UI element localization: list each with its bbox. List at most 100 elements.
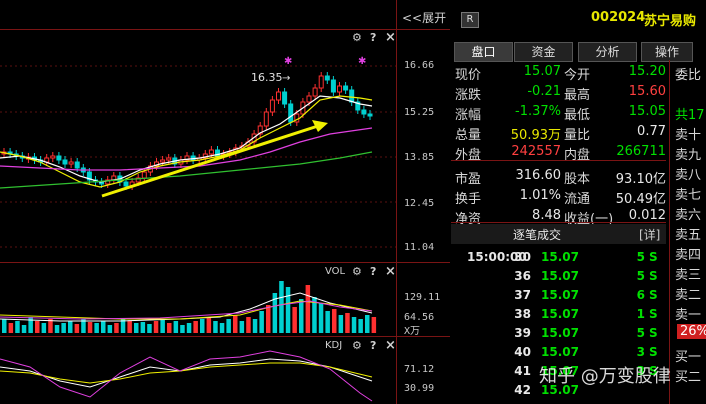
orderbook-side-label: 买二 — [675, 370, 702, 385]
quote-label: 换手 — [455, 192, 482, 207]
candle — [208, 149, 214, 155]
quote-value: 0.012 — [628, 208, 666, 223]
tick-side: S — [649, 345, 658, 359]
volume-bar — [15, 321, 20, 333]
tab-pankou[interactable]: 盘口 — [454, 42, 513, 62]
tick-price: 15.07 — [541, 269, 579, 283]
candlestick-chart[interactable]: ✱ ✱ 16.35 → — [0, 30, 396, 262]
volume-bar — [239, 321, 245, 333]
volume-bar — [305, 285, 311, 333]
tick-seq: 41 — [514, 364, 531, 378]
tick-volume: 1 — [636, 307, 645, 321]
orderbook-side-label: 共17 — [675, 108, 705, 123]
volume-bar — [252, 319, 258, 333]
tab-funds[interactable]: 资金 — [514, 42, 573, 62]
trend-arrow — [101, 124, 319, 198]
volume-bar — [2, 319, 7, 333]
quote-label: 今开 — [564, 68, 591, 83]
quote-value: 266711 — [616, 144, 666, 159]
ticks-detail-link[interactable]: [详] — [639, 226, 660, 243]
tick-price: 15.07 — [541, 250, 579, 264]
volume-bar — [213, 321, 218, 333]
expand-button[interactable]: <<展开 — [402, 9, 446, 26]
volume-bar — [371, 317, 377, 333]
axis-divider — [396, 0, 397, 404]
volume-bar — [94, 323, 99, 333]
quote-label: 流通 — [564, 192, 591, 207]
stock-badge: R — [461, 12, 479, 28]
quote-label: 最高 — [564, 88, 591, 103]
candle — [361, 109, 367, 115]
tick-side: S — [649, 288, 658, 302]
quote-value: 15.20 — [628, 64, 666, 79]
volume-bar — [54, 325, 60, 333]
arrow-right-icon: → — [282, 73, 290, 84]
volume-bar — [173, 321, 179, 333]
candle — [50, 155, 56, 159]
tab-analysis[interactable]: 分析 — [578, 42, 637, 62]
stock-code: 002024 — [591, 10, 646, 25]
candle — [343, 85, 349, 91]
high-price-marker: 16.35 — [251, 71, 283, 84]
candle — [318, 75, 324, 89]
quote-value: 93.10亿 — [615, 172, 666, 187]
orderbook-side-label: 委比 — [675, 68, 702, 83]
tab-operate[interactable]: 操作 — [641, 42, 693, 62]
tick-seq: 37 — [514, 288, 531, 302]
tick-volume: 5 — [636, 250, 645, 264]
volume-bar — [365, 315, 370, 333]
price-axis-label: 13.85 — [404, 152, 435, 163]
tick-side: S — [649, 269, 658, 283]
event-marker[interactable]: ✱ — [358, 56, 366, 67]
candle — [166, 157, 172, 161]
volume-bar — [167, 323, 172, 333]
quote-label: 市盈 — [455, 172, 482, 187]
tick-price: 15.07 — [541, 307, 579, 321]
volume-bar — [134, 323, 139, 333]
tick-volume: 6 — [636, 288, 645, 302]
quote-value: 242557 — [511, 144, 561, 159]
volume-bar — [41, 323, 47, 333]
tick-seq: 40 — [514, 345, 531, 359]
volume-bar — [107, 325, 113, 333]
orderbook-side-label: 卖四 — [675, 248, 702, 263]
tick-price: 15.07 — [541, 326, 579, 340]
volume-chart[interactable] — [0, 263, 396, 335]
volume-bar — [338, 315, 344, 333]
candle — [68, 161, 74, 165]
quote-value: 50.49亿 — [615, 192, 666, 207]
price-axis-label: 16.66 — [404, 60, 435, 71]
orderbook-side-label: 卖十 — [675, 128, 702, 143]
volume-bar — [233, 315, 238, 333]
candle — [282, 91, 288, 105]
candle — [263, 111, 269, 127]
volume-bar — [87, 322, 93, 333]
event-marker[interactable]: ✱ — [284, 56, 292, 67]
tick-side: S — [649, 307, 658, 321]
quote-value: 15.05 — [628, 104, 666, 119]
volume-bar — [180, 325, 185, 333]
price-axis-label: 15.25 — [404, 107, 435, 118]
volume-bar — [325, 311, 330, 333]
volume-bar — [127, 321, 132, 333]
quote-panel: R 002024 苏宁易购 盘口 资金 分析 操作 现价 15.07 今开 15.20… — [451, 0, 706, 404]
quote-label: 股本 — [564, 172, 591, 187]
kdj-chart[interactable] — [0, 337, 396, 404]
quote-value: 1.01% — [519, 188, 561, 203]
chart-area[interactable]: <<展开 ⚙ ? × 16.66 15.25 13.85 12.45 11.04… — [0, 0, 450, 404]
volume-bar — [68, 321, 73, 333]
orderbook-side-label: 卖五 — [675, 228, 702, 243]
candle — [56, 155, 62, 161]
tick-side: S — [649, 250, 658, 264]
volume-bar — [285, 287, 291, 333]
volume-bar — [160, 319, 165, 333]
column-divider — [669, 60, 670, 404]
candle — [306, 95, 312, 103]
volume-bar — [8, 323, 14, 333]
quote-label: 涨跌 — [455, 88, 482, 103]
candle — [330, 79, 336, 93]
volume-bar — [114, 323, 119, 333]
candle — [367, 113, 373, 117]
tick-seq: 30 — [514, 250, 531, 264]
vol-unit-label: X万 — [404, 326, 421, 337]
